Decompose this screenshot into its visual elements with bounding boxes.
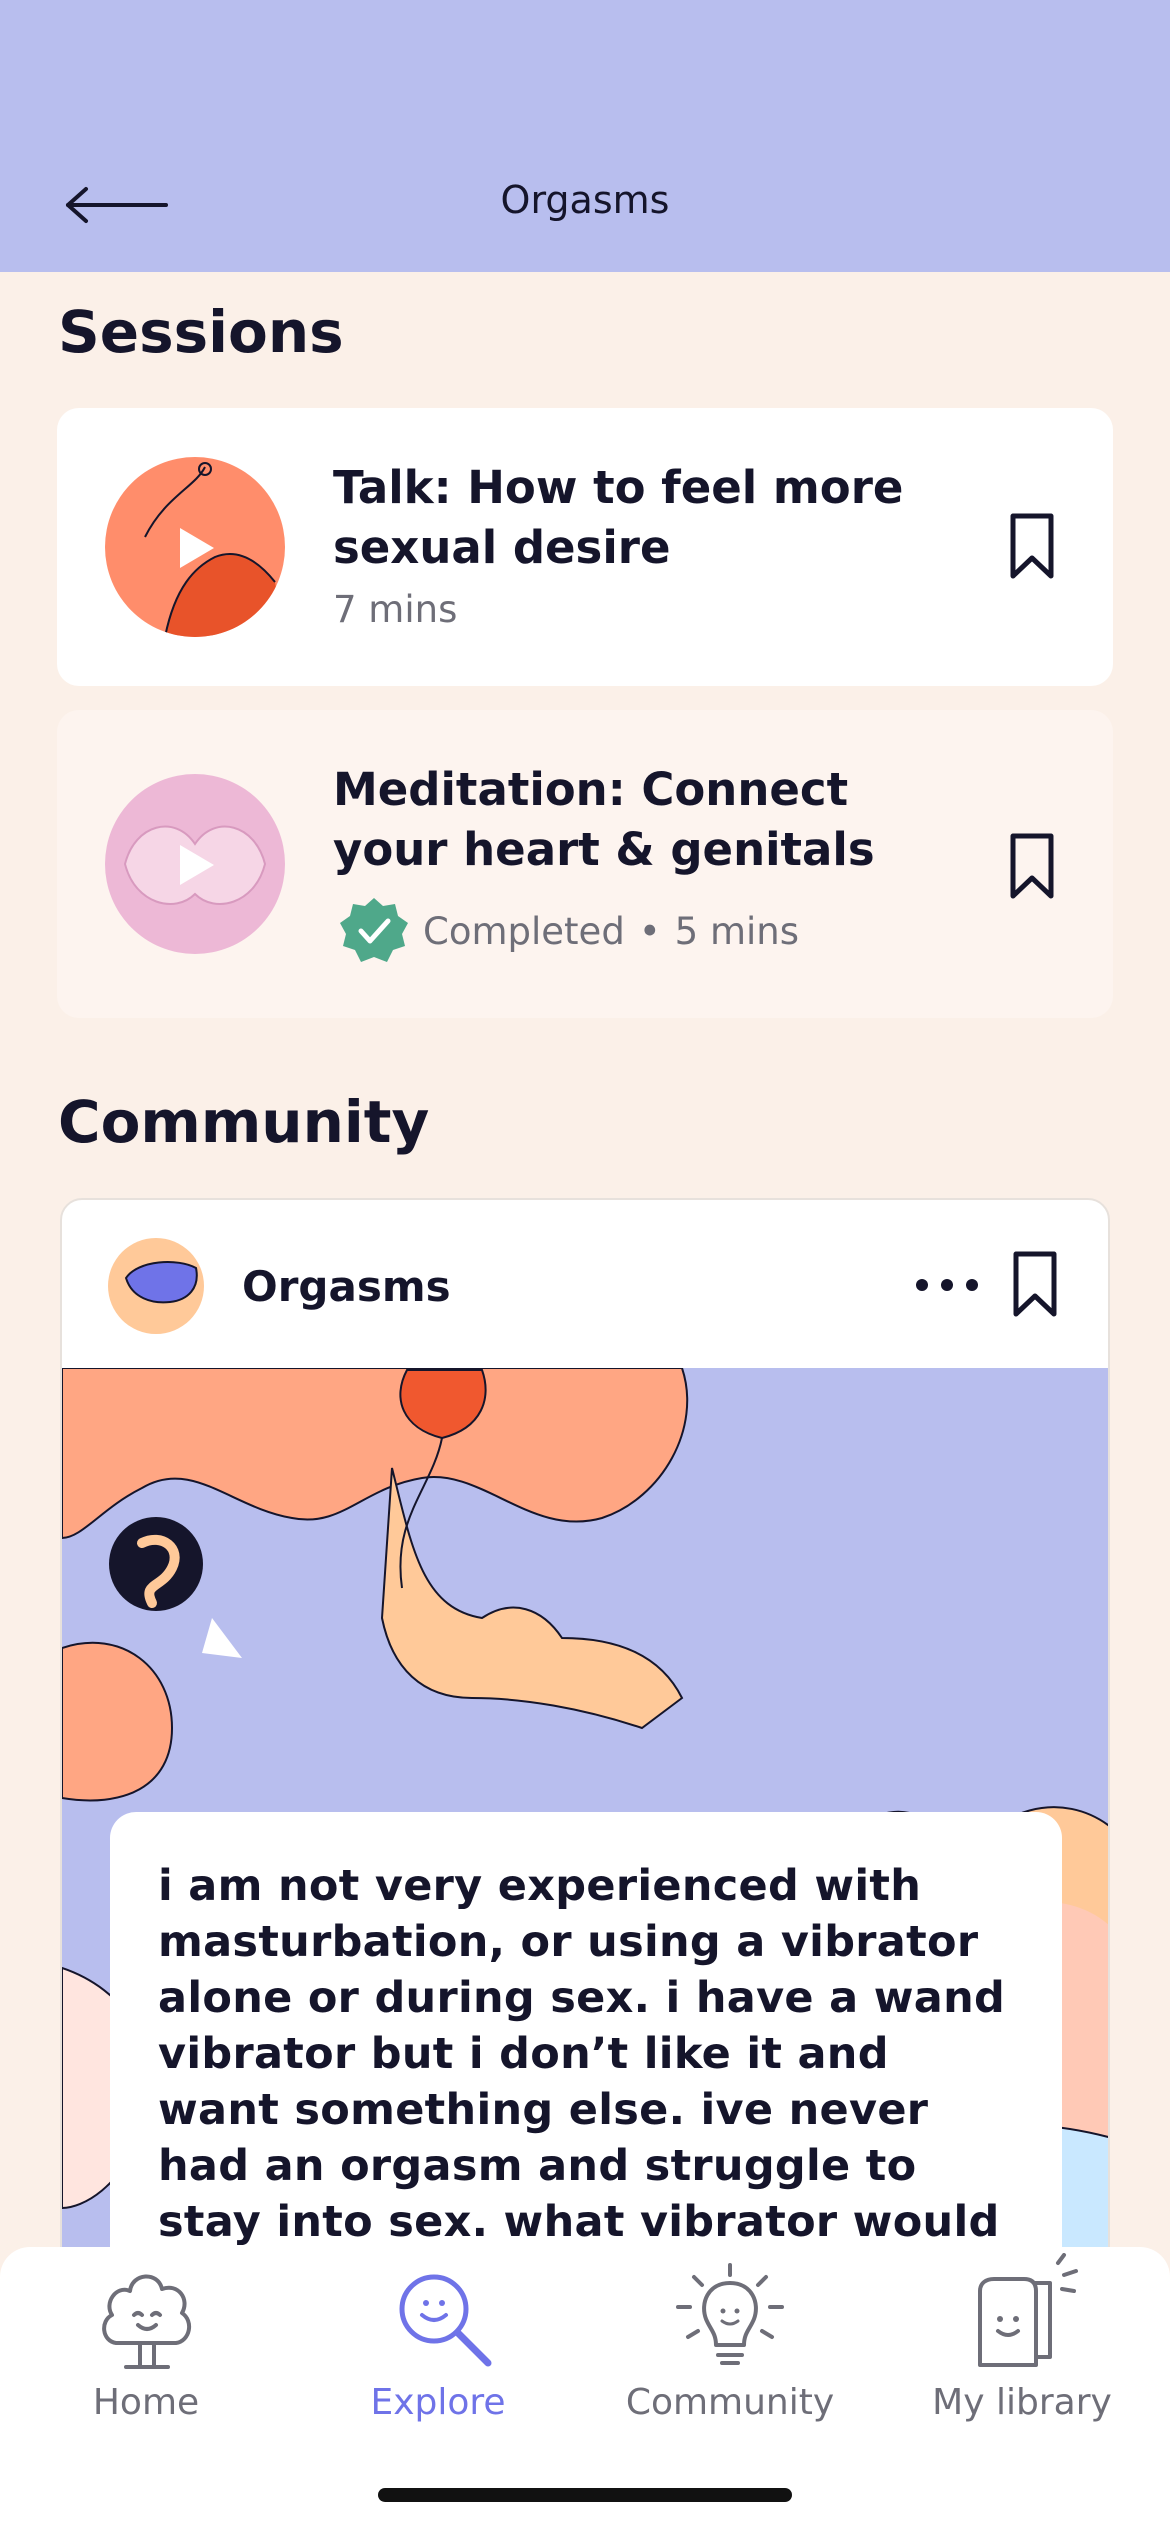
session-meta: 7 mins <box>333 588 457 631</box>
post-illustration: i am not very experienced with masturbat… <box>62 1368 1108 2296</box>
post-header: Orgasms <box>62 1200 1108 1368</box>
tab-home[interactable]: Home <box>0 2247 292 2447</box>
community-post-card[interactable]: Orgasms i am not very experienced with m… <box>60 1198 1110 2298</box>
community-heading: Community <box>58 1088 430 1156</box>
play-icon[interactable] <box>174 526 218 570</box>
bookmark-button[interactable] <box>1009 832 1055 904</box>
session-card-meditation[interactable]: Meditation: Connect your heart & genital… <box>57 710 1113 1018</box>
tab-community[interactable]: Community <box>584 2247 876 2447</box>
tab-label: Explore <box>370 2382 506 2423</box>
completed-status: Completed <box>423 909 625 953</box>
bookmark-icon <box>1010 513 1054 579</box>
session-duration: 7 mins <box>333 588 458 631</box>
bookmark-icon <box>1013 1251 1057 1317</box>
post-bookmark-button[interactable] <box>1012 1250 1058 1322</box>
post-bubble[interactable]: i am not very experienced with masturbat… <box>110 1812 1062 2296</box>
more-options-button[interactable] <box>912 1260 982 1310</box>
home-indicator <box>378 2488 792 2502</box>
top-bar: Orgasms <box>0 0 1170 272</box>
explore-icon <box>399 2274 492 2367</box>
tab-label: Community <box>625 2382 835 2423</box>
session-title-line: sexual desire <box>333 521 671 574</box>
tab-my-library[interactable]: My library <box>876 2247 1168 2447</box>
session-title: Talk: How to feel more sexual desire <box>333 458 953 578</box>
post-text: i am not very experienced with masturbat… <box>158 1861 1006 2296</box>
tab-label: Home <box>92 2382 200 2423</box>
group-avatar <box>108 1238 204 1334</box>
tab-explore[interactable]: Explore <box>292 2247 584 2447</box>
completed-badge-icon <box>340 898 408 962</box>
session-title: Meditation: Connect your heart & genital… <box>333 760 953 880</box>
session-duration: 5 mins <box>674 909 799 953</box>
library-icon <box>978 2253 1078 2367</box>
bookmark-button[interactable] <box>1009 512 1055 584</box>
play-icon[interactable] <box>174 843 218 887</box>
session-card-talk[interactable]: Talk: How to feel more sexual desire 7 m… <box>57 408 1113 686</box>
session-title-line: Meditation: Connect <box>333 763 849 816</box>
session-title-line: Talk: How to feel more <box>333 461 904 514</box>
session-title-line: your heart & genitals <box>333 823 875 876</box>
bookmark-icon <box>1010 833 1054 899</box>
meta-separator: • <box>638 909 661 953</box>
more-horizontal-icon <box>916 1279 978 1291</box>
page-title: Orgasms <box>500 178 670 222</box>
home-icon <box>102 2274 192 2369</box>
sessions-heading: Sessions <box>58 298 344 366</box>
post-group-name: Orgasms <box>242 1262 451 1311</box>
tab-label: My library <box>932 2382 1112 2423</box>
session-meta: Completed • 5 mins <box>339 896 799 966</box>
lightbulb-icon <box>676 2263 784 2365</box>
